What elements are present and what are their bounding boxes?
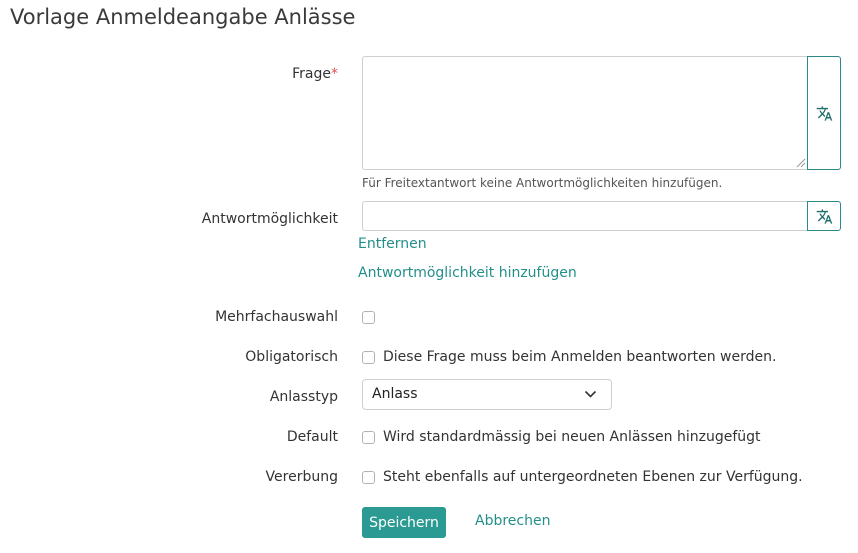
obligatorisch-text: Diese Frage muss beim Anmelden beantwort… bbox=[383, 349, 777, 365]
vererbung-text: Steht ebenfalls auf untergeordneten Eben… bbox=[383, 469, 803, 485]
obligatorisch-checkbox[interactable] bbox=[362, 351, 375, 364]
default-checkbox[interactable] bbox=[362, 431, 375, 444]
anlasstyp-selected-value: Anlass bbox=[372, 386, 418, 402]
frage-field-group bbox=[362, 56, 841, 170]
obligatorisch-label: Obligatorisch bbox=[245, 349, 338, 365]
antwort-translate-button[interactable] bbox=[807, 201, 841, 231]
frage-label: Frage* bbox=[292, 66, 338, 82]
antwort-label: Antwortmöglichkeit bbox=[201, 211, 338, 227]
mehrfach-checkbox[interactable] bbox=[362, 311, 375, 324]
chevron-down-icon bbox=[584, 390, 597, 398]
required-mark: * bbox=[331, 66, 338, 82]
add-answer-link[interactable]: Antwortmöglichkeit hinzufügen bbox=[358, 265, 577, 281]
frage-translate-button[interactable] bbox=[807, 56, 841, 170]
antwort-input[interactable] bbox=[362, 201, 807, 231]
resize-handle-icon[interactable] bbox=[796, 158, 806, 168]
frage-label-text: Frage bbox=[292, 66, 331, 82]
vererbung-checkbox[interactable] bbox=[362, 471, 375, 484]
translate-icon bbox=[816, 208, 832, 224]
save-button[interactable]: Speichern bbox=[362, 507, 446, 538]
default-text: Wird standardmässig bei neuen Anlässen h… bbox=[383, 429, 761, 445]
frage-help-text: Für Freitextantwort keine Antwortmöglich… bbox=[362, 176, 723, 190]
frage-textarea[interactable] bbox=[362, 56, 807, 170]
vererbung-label: Vererbung bbox=[265, 469, 338, 485]
cancel-link[interactable]: Abbrechen bbox=[475, 513, 550, 529]
anlasstyp-label: Anlasstyp bbox=[269, 389, 338, 405]
translate-icon bbox=[816, 105, 832, 121]
mehrfach-label: Mehrfachauswahl bbox=[215, 309, 338, 325]
remove-answer-link[interactable]: Entfernen bbox=[358, 236, 427, 252]
anlasstyp-select[interactable]: Anlass bbox=[362, 379, 612, 410]
page-title: Vorlage Anmeldeangabe Anlässe bbox=[10, 5, 356, 29]
default-label: Default bbox=[286, 429, 338, 445]
